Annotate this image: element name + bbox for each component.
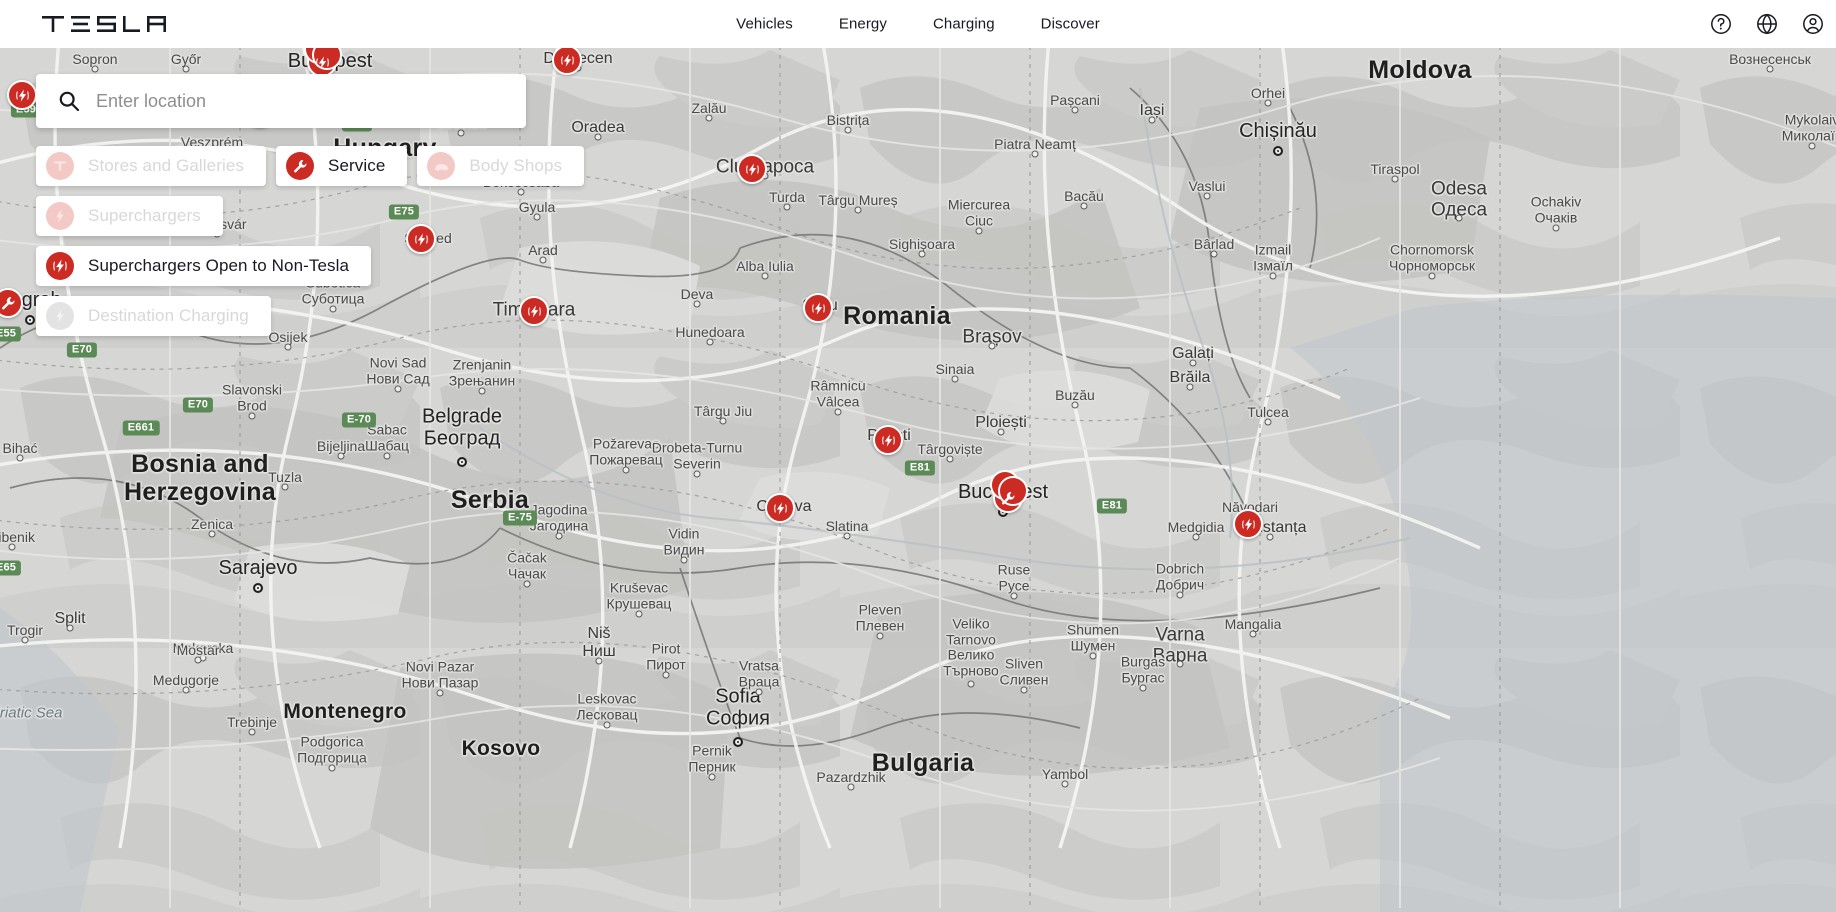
wrench-icon <box>286 152 315 180</box>
filter-chip-label: Superchargers Open to Non-Tesla <box>88 256 350 275</box>
nav-item-energy[interactable]: Energy <box>835 12 891 37</box>
map-viewport[interactable]: MoldovaHungaryRomaniaBosnia and Herzegov… <box>0 48 1836 912</box>
nav-item-charging[interactable]: Charging <box>929 12 999 37</box>
map-marker-supercharger[interactable] <box>803 293 833 323</box>
filter-chip-body-shops[interactable]: Body Shops <box>417 146 585 186</box>
nav-item-vehicles[interactable]: Vehicles <box>732 12 797 37</box>
account-icon[interactable] <box>1800 11 1826 37</box>
filter-chip-superchargers[interactable]: Superchargers <box>36 196 223 236</box>
map-marker-service[interactable] <box>990 470 1028 513</box>
map-filter-chips: Stores and Galleries Service Body Shops <box>36 146 596 336</box>
map-marker-supercharger[interactable] <box>7 80 37 110</box>
filter-chip-label: Stores and Galleries <box>88 156 245 175</box>
map-marker-supercharger[interactable] <box>765 493 795 523</box>
filter-chip-label: Service <box>328 156 386 175</box>
location-search-box[interactable] <box>36 74 526 128</box>
filter-chip-destination-charging[interactable]: Destination Charging <box>36 296 271 336</box>
header-actions <box>1708 11 1826 37</box>
map-marker-supercharger[interactable] <box>873 425 903 455</box>
bolt-icon <box>46 252 74 280</box>
tesla-logo[interactable] <box>42 16 172 32</box>
globe-icon[interactable] <box>1754 11 1780 37</box>
filter-chip-stores-and-galleries[interactable]: Stores and Galleries <box>36 146 267 186</box>
search-icon <box>58 90 80 112</box>
map-marker-supercharger[interactable] <box>737 154 767 184</box>
bolt-icon <box>46 202 74 230</box>
map-marker-supercharger[interactable] <box>304 48 342 77</box>
filter-chip-label: Body Shops <box>469 156 563 175</box>
search-input[interactable] <box>96 90 526 112</box>
tesla-t-icon <box>46 152 74 180</box>
car-icon <box>427 152 456 180</box>
site-header: Vehicles Energy Charging Discover <box>0 0 1836 48</box>
filter-chip-service[interactable]: Service <box>276 146 408 186</box>
filter-chip-superchargers-open-to-non-tesla[interactable]: Superchargers Open to Non-Tesla <box>36 246 372 286</box>
filter-chip-label: Superchargers <box>88 206 201 225</box>
nav-item-discover[interactable]: Discover <box>1037 12 1104 37</box>
filter-chip-label: Destination Charging <box>88 306 249 325</box>
help-icon[interactable] <box>1708 11 1734 37</box>
main-navigation: Vehicles Energy Charging Discover <box>732 12 1104 37</box>
bolt-icon <box>46 302 74 330</box>
map-marker-supercharger[interactable] <box>1233 509 1263 539</box>
tesla-wordmark-icon <box>42 16 172 32</box>
